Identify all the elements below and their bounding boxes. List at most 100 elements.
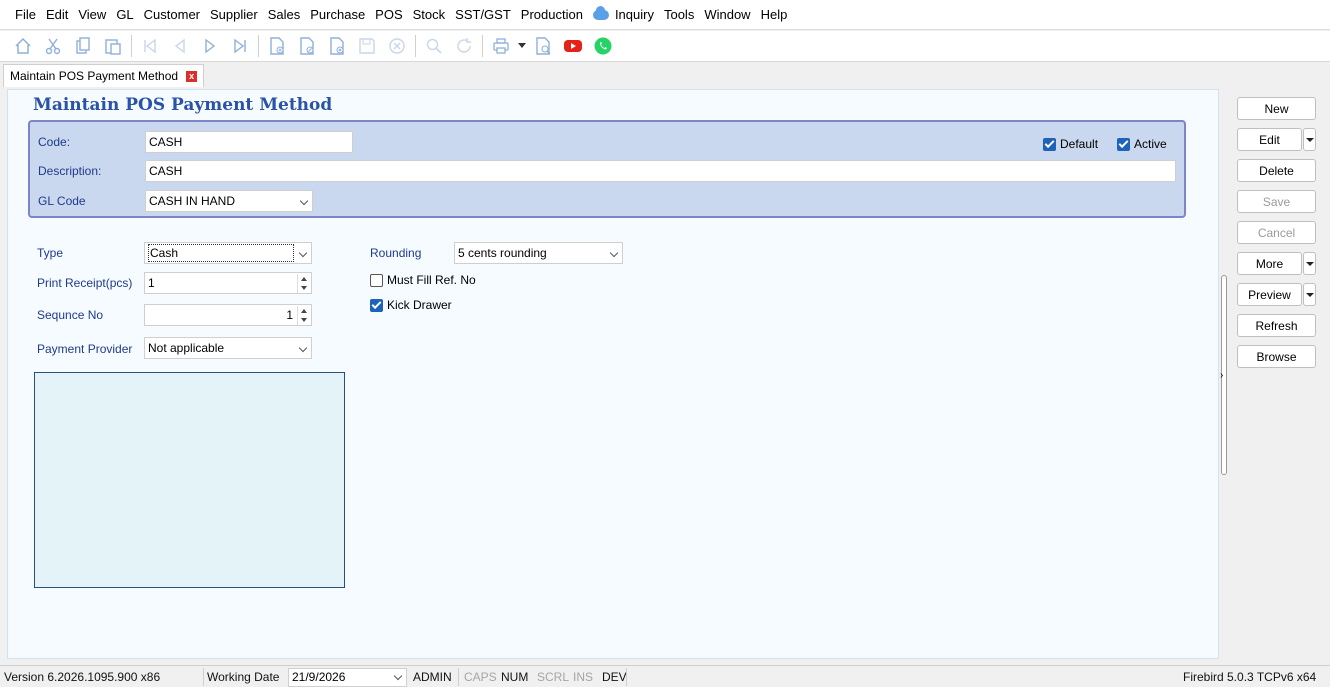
toolbar-separator [482,35,483,57]
chevron-down-icon [393,671,403,681]
more-button[interactable]: More [1237,252,1302,275]
prior-record-icon[interactable] [165,32,195,60]
menu-sales[interactable]: Sales [263,0,306,30]
description-field[interactable]: CASH [145,160,1176,182]
form-area: Maintain POS Payment Method Code: CASH D… [7,89,1219,659]
sequence-value: 1 [286,308,293,322]
glcode-select[interactable]: CASH IN HAND [145,190,313,212]
menu-gl[interactable]: GL [111,0,138,30]
next-record-icon[interactable] [195,32,225,60]
dev-indicator: DEV [602,670,627,684]
page-title: Maintain POS Payment Method [33,95,333,115]
working-date-value: 21/9/2026 [292,670,346,684]
edit-document-icon[interactable] [292,32,322,60]
default-label: Default [1060,137,1099,151]
cancel-icon[interactable] [382,32,412,60]
spin-up-icon[interactable] [298,274,310,283]
tab-maintain-pos-payment-method[interactable]: Maintain POS Payment Method x [3,64,205,87]
save-icon[interactable] [352,32,382,60]
print-dropdown-icon[interactable] [516,32,528,60]
preview-button[interactable]: Preview [1237,283,1302,306]
chevron-down-icon [298,248,308,258]
menu-sst-gst[interactable]: SST/GST [450,0,516,30]
must-fill-label: Must Fill Ref. No [387,273,476,287]
copy-icon[interactable] [68,32,98,60]
youtube-icon[interactable] [558,32,588,60]
menu-inquiry[interactable]: Inquiry [588,0,659,30]
cut-icon[interactable] [38,32,68,60]
active-checkbox[interactable]: Active [1117,137,1167,151]
spin-down-icon[interactable] [298,315,310,324]
menu-supplier[interactable]: Supplier [205,0,263,30]
edit-button[interactable]: Edit [1237,128,1302,151]
paste-icon[interactable] [98,32,128,60]
edit-dropdown-icon[interactable] [1303,128,1316,151]
sequence-stepper[interactable]: 1 [144,304,312,326]
spin-up-icon[interactable] [298,306,310,315]
toolbar-separator [258,35,259,57]
spin-buttons[interactable] [297,306,310,325]
browse-button[interactable]: Browse [1237,345,1316,368]
menu-view[interactable]: View [73,0,111,30]
header-panel: Code: CASH Description: CASH GL Code CAS… [28,120,1186,218]
menu-purchase[interactable]: Purchase [305,0,370,30]
whatsapp-icon[interactable] [588,32,618,60]
scrl-indicator: SCRL [537,670,570,684]
type-select[interactable]: Cash [144,242,312,264]
cancel-button[interactable]: Cancel [1237,221,1316,244]
code-field[interactable]: CASH [145,131,353,153]
delete-document-icon[interactable] [322,32,352,60]
first-record-icon[interactable] [135,32,165,60]
database-info: Firebird 5.0.3 TCPv6 x64 [1183,670,1317,684]
checkbox-checked-icon [1117,137,1130,151]
save-button[interactable]: Save [1237,190,1316,213]
menu-customer[interactable]: Customer [139,0,205,30]
active-label: Active [1134,137,1167,151]
menu-window[interactable]: Window [699,0,755,30]
refresh-button[interactable]: Refresh [1237,314,1316,337]
ins-indicator: INS [573,670,594,684]
default-checkbox[interactable]: Default [1043,137,1098,151]
menu-pos[interactable]: POS [370,0,407,30]
checkbox-checked-icon [370,298,383,312]
expand-panel-icon[interactable]: › [1220,370,1223,381]
rounding-select[interactable]: 5 cents rounding [454,242,623,264]
menu-file[interactable]: File [10,0,41,30]
new-button[interactable]: New [1237,97,1316,120]
search-icon[interactable] [419,32,449,60]
refresh-icon[interactable] [449,32,479,60]
print-icon[interactable] [486,32,516,60]
menu-edit[interactable]: Edit [41,0,73,30]
print-receipt-stepper[interactable]: 1 [144,272,312,294]
last-record-icon[interactable] [225,32,255,60]
kick-drawer-checkbox[interactable]: Kick Drawer [370,298,452,312]
menu-inquiry-label: Inquiry [614,6,654,22]
menu-production[interactable]: Production [516,0,588,30]
print-receipt-value: 1 [148,276,155,290]
spin-down-icon[interactable] [298,283,310,292]
chevron-down-icon [299,196,309,206]
menu-tools[interactable]: Tools [659,0,699,30]
close-icon[interactable]: x [186,70,198,82]
preview-dropdown-icon[interactable] [1303,283,1316,306]
delete-button[interactable]: Delete [1237,159,1316,182]
document-tabstrip: Maintain POS Payment Method x [0,63,1330,87]
status-separator [203,668,204,686]
payment-provider-select[interactable]: Not applicable [144,337,312,359]
tab-label: Maintain POS Payment Method [10,69,179,83]
spin-buttons[interactable] [297,274,310,293]
home-icon[interactable] [8,32,38,60]
must-fill-ref-checkbox[interactable]: Must Fill Ref. No [370,273,476,287]
image-panel[interactable] [34,372,345,588]
print-preview-icon[interactable] [528,32,558,60]
chevron-down-icon [609,248,619,258]
menu-help[interactable]: Help [756,0,793,30]
status-separator [626,668,627,686]
status-separator [458,668,459,686]
cloud-icon [592,5,609,20]
payment-provider-value: Not applicable [148,341,225,355]
working-date-select[interactable]: 21/9/2026 [288,668,407,687]
more-dropdown-icon[interactable] [1303,252,1316,275]
menu-stock[interactable]: Stock [408,0,451,30]
new-document-icon[interactable] [262,32,292,60]
